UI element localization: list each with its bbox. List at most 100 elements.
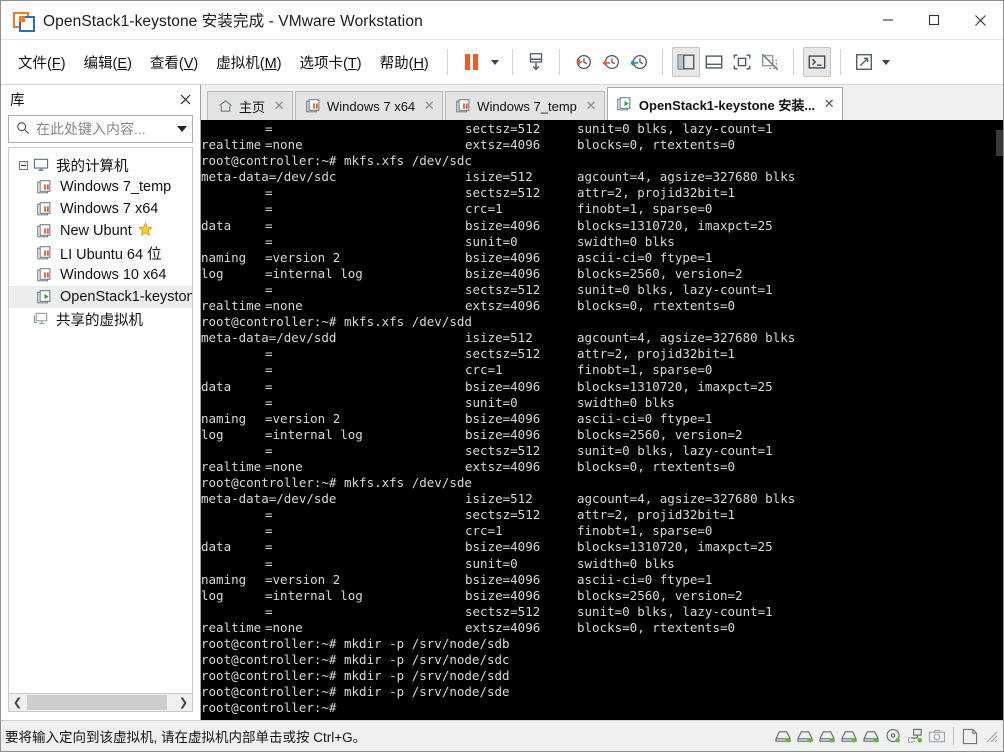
stretch-dropdown[interactable] <box>878 47 894 77</box>
status-network-adapter-icon[interactable] <box>904 725 926 747</box>
terminal-line: = sectsz=512 attr=2, projid32bit=1 <box>265 507 736 523</box>
tab-home[interactable]: 主页 ✕ <box>207 91 294 120</box>
stretch-button[interactable] <box>850 47 878 77</box>
snapshot-manager-button[interactable] <box>625 47 653 77</box>
chevron-down-icon <box>881 59 890 65</box>
terminal-line: root@controller:~# mkfs.xfs /dev/sde <box>201 475 472 491</box>
vmware-logo-icon <box>13 10 35 32</box>
status-hard-disk-2-icon[interactable] <box>794 725 816 747</box>
terminal-line: realtime =none extsz=4096 blocks=0, rtexten… <box>201 298 736 314</box>
status-document-icon[interactable] <box>959 725 981 747</box>
menu-file[interactable]: 文件(F) <box>9 48 75 77</box>
unity-mode-button[interactable] <box>756 47 784 77</box>
menu-vm[interactable]: 虚拟机(M) <box>207 48 290 77</box>
toolbar-separator-5 <box>792 49 794 75</box>
terminal-line: = sunit=0 swidth=0 blks <box>265 555 675 571</box>
full-screen-button[interactable] <box>728 47 756 77</box>
console-button[interactable] <box>802 47 831 77</box>
terminal-line: root@controller:~# mkdir -p /srv/node/sd… <box>201 636 510 651</box>
console-scrollbar[interactable] <box>996 120 1003 720</box>
resize-grip-icon[interactable] <box>983 728 999 744</box>
terminal-line: meta-data=/dev/sdd isize=512 agcount=4, ag… <box>201 330 796 346</box>
terminal-line: = sectsz=512 attr=2, projid32bit=1 <box>265 185 736 201</box>
sidebar-item-vm-windows-7-x64[interactable]: Windows 7 x64 <box>9 198 192 220</box>
toolbar-separator-4 <box>661 49 663 75</box>
tab-windows-7-temp[interactable]: Windows 7_temp ✕ <box>445 91 605 120</box>
library-title: 库 <box>10 92 25 109</box>
revert-snapshot-button[interactable] <box>597 47 625 77</box>
sidebar-item-label: New Ubunt <box>60 223 132 239</box>
show-library-button[interactable] <box>671 47 700 77</box>
snapshot-take-button[interactable] <box>522 47 550 77</box>
chevron-left-icon[interactable]: ❮ <box>9 694 26 711</box>
title-bar: OpenStack1-keystone 安装完成 - VMware Workst… <box>1 1 1003 40</box>
expander-toggle[interactable] <box>15 160 31 170</box>
tab-windows-7-x64[interactable]: Windows 7 x64 ✕ <box>295 91 444 120</box>
terminal-line: root@controller:~# mkdir -p /srv/node/sd… <box>201 684 510 700</box>
main-body: 库 在此处键入内容... 我的计算机 Windows 7_temp Window… <box>1 85 1003 720</box>
menu-view[interactable]: 查看(V) <box>141 48 207 77</box>
power-dropdown[interactable] <box>487 47 503 77</box>
menu-tabs[interactable]: 选项卡(T) <box>291 48 371 77</box>
tab-openstack1-keystone[interactable]: OpenStack1-keystone 安装... ✕ <box>606 87 844 120</box>
terminal-line: log =internal log bsize=4096 blocks=2560, v… <box>201 587 743 603</box>
panel-bottom-icon <box>705 55 723 69</box>
maximize-button[interactable] <box>911 1 957 39</box>
tab-label: Windows 7 x64 <box>327 98 416 114</box>
menu-vm-label: 虚拟机( <box>216 55 265 72</box>
terminal-output[interactable]: = sectsz=512 sunit=0 blks, lazy-count=1 rea… <box>201 120 1003 720</box>
tab-strip: 主页 ✕ Windows 7 x64 ✕ Windows 7_temp ✕ Op… <box>201 85 1003 120</box>
status-hard-disk-4-icon[interactable] <box>838 725 860 747</box>
close-button[interactable] <box>957 1 1003 39</box>
terminal-line: realtime =none extsz=4096 blocks=0, rtexten… <box>201 458 736 474</box>
status-camera-icon[interactable] <box>926 725 948 747</box>
menu-bar: 文件(F) 编辑(E) 查看(V) 虚拟机(M) 选项卡(T) 帮助(H) <box>1 40 1003 85</box>
sidebar-item-label: OpenStack1-keystone <box>60 289 192 305</box>
favorite-star-icon <box>137 221 153 241</box>
status-hard-disk-1-icon[interactable] <box>772 725 794 747</box>
tab-close-icon[interactable]: ✕ <box>582 98 600 114</box>
toolbar-separator-3 <box>558 49 560 75</box>
sidebar-item-vm-li-ubuntu-64[interactable]: LI Ubuntu 64 位 <box>9 242 192 264</box>
sidebar-item-vm-openstack1-keystone[interactable]: OpenStack1-keystone <box>9 286 192 308</box>
tab-close-icon[interactable]: ✕ <box>270 98 288 114</box>
vm-console[interactable]: = sectsz=512 sunit=0 blks, lazy-count=1 rea… <box>201 120 1003 720</box>
minimize-button[interactable] <box>865 1 911 39</box>
terminal-line: = sectsz=512 sunit=0 blks, lazy-count=1 <box>265 603 773 619</box>
pause-icon <box>464 54 478 70</box>
scrollbar-thumb[interactable] <box>27 695 167 710</box>
sidebar-item-vm-new-ubunt[interactable]: New Ubunt <box>9 220 192 242</box>
library-close-button[interactable] <box>176 90 194 108</box>
library-search-dropdown[interactable] <box>172 126 192 132</box>
show-thumbnail-bar-button[interactable] <box>700 47 728 77</box>
menu-file-label: 文件( <box>18 55 52 72</box>
sidebar-item-my-computer[interactable]: 我的计算机 <box>9 154 192 176</box>
sidebar-item-vm-windows-7-temp[interactable]: Windows 7_temp <box>9 176 192 198</box>
menu-edit-label: 编辑( <box>83 55 118 72</box>
chevron-right-icon[interactable]: ❯ <box>175 694 192 711</box>
snapshot-button[interactable] <box>569 47 597 77</box>
vmware-workstation-window: OpenStack1-keystone 安装完成 - VMware Workst… <box>0 0 1004 752</box>
chevron-down-icon <box>490 59 499 65</box>
menu-help[interactable]: 帮助(H) <box>371 48 438 77</box>
status-hard-disk-5-icon[interactable] <box>860 725 882 747</box>
status-cd-dvd-icon[interactable] <box>882 725 904 747</box>
library-horizontal-scrollbar[interactable]: ❮ ❯ <box>8 693 193 712</box>
sidebar-item-shared-vms[interactable]: 共享的虚拟机 <box>9 308 192 330</box>
fullscreen-icon <box>733 54 751 70</box>
terminal-line: realtime =none extsz=4096 blocks=0, rtexten… <box>201 619 736 635</box>
sidebar-item-label: LI Ubuntu 64 位 <box>60 246 162 263</box>
suspend-button[interactable] <box>457 47 487 77</box>
home-icon <box>217 98 234 114</box>
tab-close-icon[interactable]: ✕ <box>820 96 838 112</box>
status-hard-disk-3-icon[interactable] <box>816 725 838 747</box>
library-header: 库 <box>1 85 200 113</box>
tab-label: Windows 7_temp <box>477 98 577 114</box>
terminal-line: = crc=1 finobt=1, sparse=0 <box>265 362 713 378</box>
sidebar-item-vm-windows-10-x64[interactable]: Windows 10 x64 <box>9 264 192 286</box>
menu-edit[interactable]: 编辑(E) <box>75 48 141 77</box>
tab-close-icon[interactable]: ✕ <box>420 98 438 114</box>
scrollbar-thumb[interactable] <box>996 130 1003 156</box>
sidebar-item-label: Windows 7_temp <box>60 179 172 195</box>
library-search-box[interactable]: 在此处键入内容... <box>8 115 193 143</box>
